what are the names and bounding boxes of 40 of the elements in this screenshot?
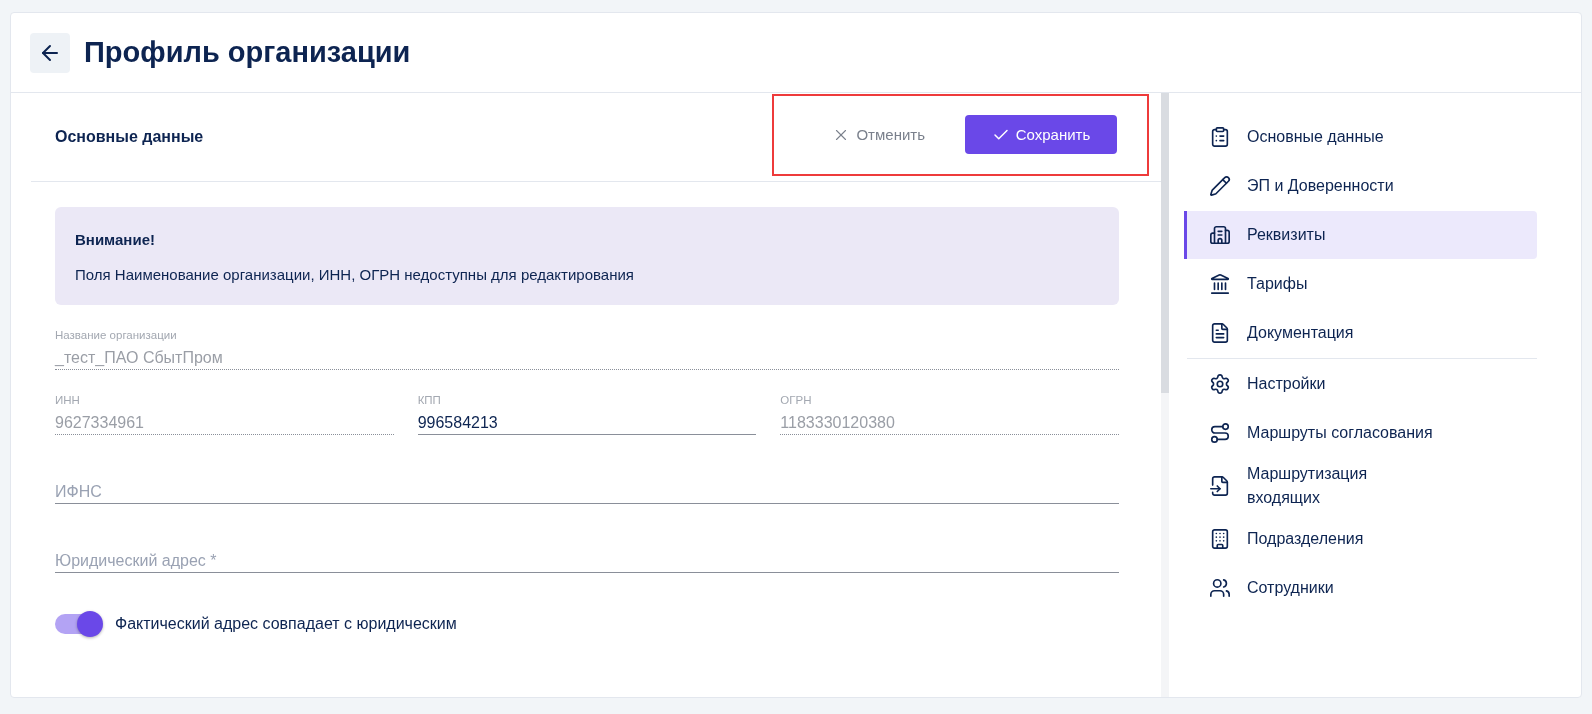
toggle-label: Фактический адрес совпадает с юридическим xyxy=(115,615,457,633)
sidebar-item[interactable]: Маршруты согласования xyxy=(1184,409,1537,457)
text-field[interactable]: КПП 996584213 xyxy=(417,380,757,435)
sidebar-item[interactable]: ЭП и Доверенности xyxy=(1184,162,1537,210)
section-title: Основные данные xyxy=(55,128,204,146)
route-icon xyxy=(1209,422,1231,444)
building-icon xyxy=(1209,224,1231,246)
cancel-button[interactable]: Отменить xyxy=(832,125,925,144)
sidebar-item[interactable]: Документация xyxy=(1184,309,1537,357)
text-field[interactable]: ИФНС xyxy=(55,483,1119,504)
scrollbar-thumb[interactable] xyxy=(1161,93,1169,393)
sidebar-item[interactable]: Тарифы xyxy=(1184,260,1537,308)
sidebar-item[interactable]: Основные данные xyxy=(1184,113,1537,161)
notice-text: Поля Наименование организации, ИНН, ОГРН недоступны для редактирования xyxy=(75,266,635,283)
field-value: 9627334961 xyxy=(55,414,145,433)
field-label: КПП xyxy=(417,394,442,406)
field-label: Название организации xyxy=(55,329,178,341)
sidebar-item[interactable]: Реквизиты xyxy=(1184,211,1537,259)
pencil-icon xyxy=(1209,175,1231,197)
sidebar-item[interactable]: Настройки xyxy=(1184,360,1537,408)
save-button[interactable]: Сохранить xyxy=(965,115,1117,154)
file-arrow-icon xyxy=(1209,475,1231,497)
document-icon xyxy=(1209,322,1231,344)
building-icon xyxy=(1209,528,1231,550)
field-label: ОГРН xyxy=(780,394,813,406)
field-value: 996584213 xyxy=(417,414,499,433)
field-value: 1183330120380 xyxy=(780,414,896,433)
field-value: _тест_ПАО СбытПром xyxy=(55,349,224,368)
settings-icon xyxy=(1209,373,1231,395)
sidebar-item[interactable]: Подразделения xyxy=(1184,515,1537,563)
sidebar-item[interactable]: Маршрутизация входящих xyxy=(1184,458,1537,514)
people-icon xyxy=(1209,577,1231,599)
sidebar-item[interactable]: Сотрудники xyxy=(1184,564,1537,612)
field-label: ИНН xyxy=(55,394,81,406)
toggle-switch[interactable] xyxy=(55,611,103,637)
text-field[interactable]: Юридический адрес * xyxy=(55,552,1119,573)
page-title: Профиль организации xyxy=(84,36,411,69)
back-button[interactable] xyxy=(30,32,70,73)
clipboard-icon xyxy=(1209,126,1231,148)
notice-title: Внимание! xyxy=(75,231,156,248)
